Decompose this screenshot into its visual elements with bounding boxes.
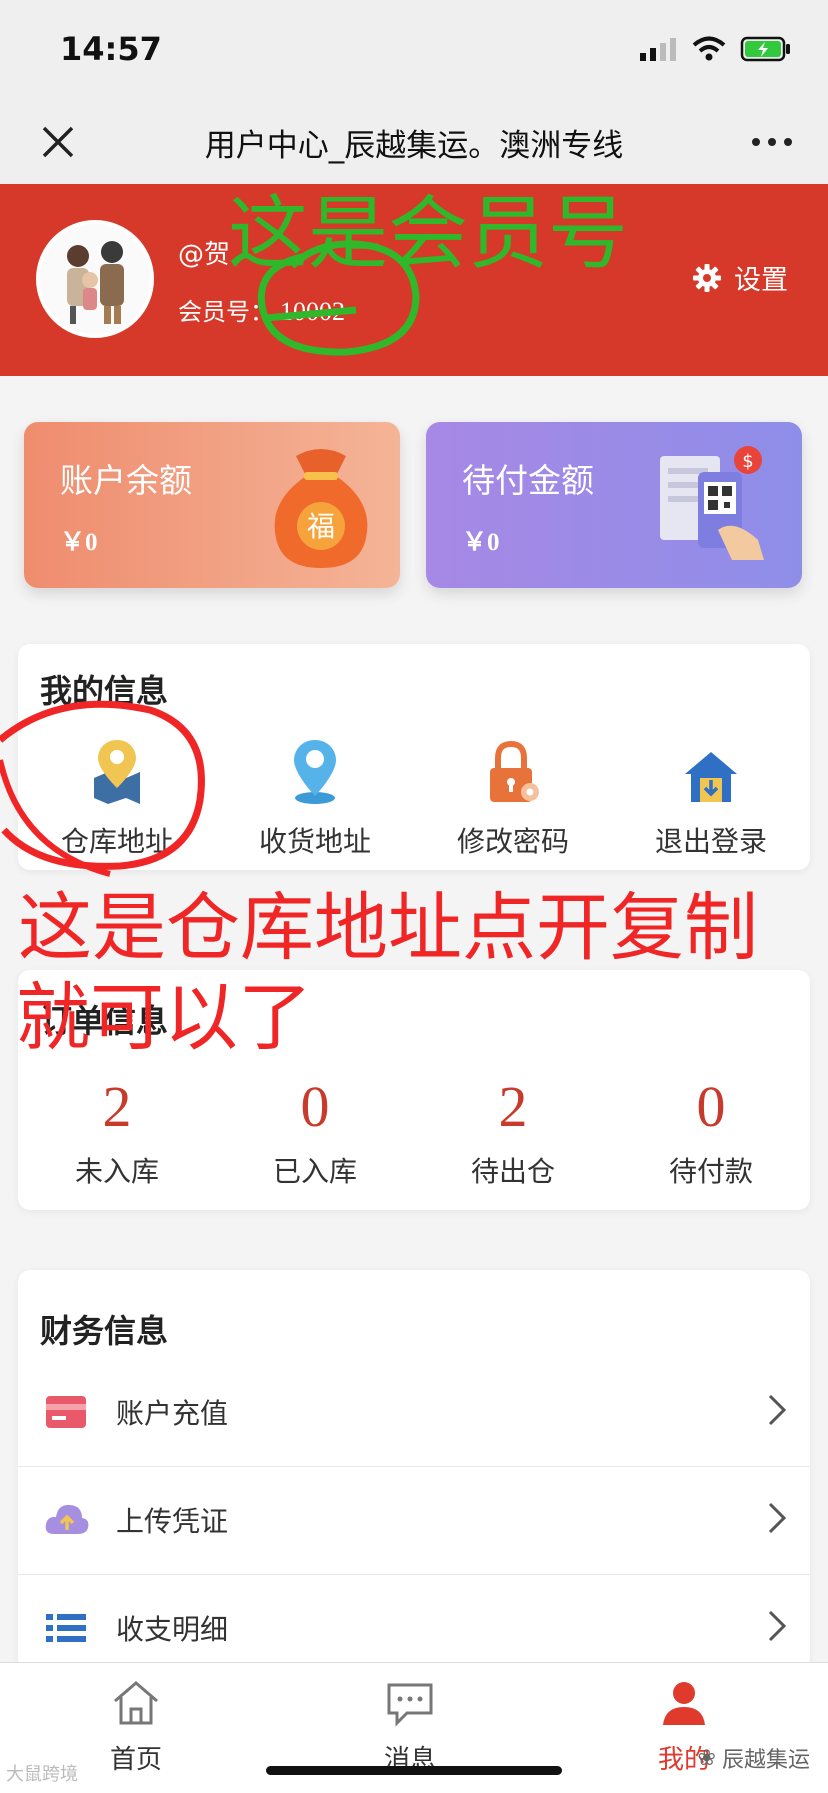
- status-bar: 14:57: [0, 0, 828, 100]
- account-balance-card[interactable]: 账户余额 ￥0 福: [24, 422, 400, 588]
- order-count: 2: [498, 1074, 528, 1139]
- lucky-bag-icon: 福: [274, 449, 368, 568]
- message-icon: [387, 1683, 433, 1727]
- account-balance-title: 账户余额: [60, 461, 192, 500]
- recharge-row[interactable]: 账户充值: [18, 1358, 810, 1467]
- profile-header: @贺 会员号： 10002 设置: [0, 184, 828, 376]
- status-time: 14:57: [60, 30, 162, 68]
- watermark-right: ❀ 辰越集运: [698, 1742, 810, 1774]
- order-label: 未入库: [74, 1155, 159, 1188]
- order-stats: 2 未入库 0 已入库 2 待出仓 0 待付款: [18, 1078, 810, 1190]
- order-stat-awaiting-dispatch[interactable]: 2 待出仓: [414, 1078, 612, 1190]
- pending-payment-amount: ￥0: [462, 529, 500, 556]
- home-icon: [114, 1681, 158, 1725]
- wechat-icon: ❀: [697, 1745, 716, 1771]
- location-icon: [294, 740, 336, 804]
- transactions-label: 收支明细: [116, 1613, 229, 1646]
- member-id-value: 10002: [280, 297, 345, 326]
- user-icon: [663, 1682, 705, 1725]
- watermark-left: 大鼠跨境: [6, 1764, 78, 1785]
- finance-panel: 财务信息 账户充值 上传凭证 收支明细: [18, 1270, 810, 1670]
- signal-icon: [640, 38, 676, 61]
- pending-payment-title: 待付金额: [462, 461, 594, 500]
- tab-messages[interactable]: 消息: [310, 1679, 510, 1776]
- change-password-button[interactable]: 修改密码: [414, 736, 612, 860]
- page-title: 用户中心_辰越集运。澳洲专线: [204, 128, 624, 164]
- settings-button[interactable]: 设置: [692, 258, 788, 297]
- username: @贺: [178, 240, 231, 270]
- list-icon: [46, 1614, 86, 1642]
- chevron-right-icon: [768, 1394, 787, 1426]
- order-stat-awaiting-payment[interactable]: 0 待付款: [612, 1078, 810, 1190]
- gear-icon: [693, 263, 721, 292]
- recharge-label: 账户充值: [116, 1397, 229, 1430]
- change-password-label: 修改密码: [456, 825, 569, 858]
- lock-icon: [490, 740, 539, 802]
- cloud-upload-icon: [45, 1504, 89, 1534]
- order-stat-stored[interactable]: 0 已入库: [216, 1078, 414, 1190]
- svg-text:$: $: [742, 451, 753, 472]
- home-indicator: [266, 1766, 562, 1775]
- my-info-title: 我的信息: [40, 672, 169, 710]
- watermark-right-label: 辰越集运: [721, 1748, 810, 1773]
- warehouse-address-button[interactable]: 仓库地址: [18, 736, 216, 860]
- order-info-panel: 订单信息 2 未入库 0 已入库 2 待出仓 0 待付款: [18, 970, 810, 1210]
- qr-payment-icon: $: [660, 446, 764, 560]
- logout-button[interactable]: 退出登录: [612, 736, 810, 860]
- order-label: 待出仓: [470, 1155, 555, 1188]
- wifi-icon: [692, 36, 726, 61]
- order-count: 2: [102, 1074, 132, 1139]
- warehouse-address-label: 仓库地址: [60, 825, 173, 858]
- order-info-title: 订单信息: [40, 1002, 169, 1040]
- settings-label: 设置: [734, 265, 788, 296]
- avatar[interactable]: [36, 220, 154, 338]
- chevron-right-icon: [768, 1502, 787, 1534]
- svg-text:福: 福: [307, 510, 335, 543]
- battery-icon: [740, 36, 790, 62]
- my-info-grid: 仓库地址 收货地址 修改密码 退出登录: [18, 736, 810, 860]
- chevron-right-icon: [768, 1610, 787, 1642]
- annotation-warehouse-line1: 这是仓库地址点开复制: [18, 885, 758, 971]
- order-count: 0: [696, 1074, 726, 1139]
- order-label: 待付款: [668, 1155, 753, 1188]
- nav-bar: 用户中心_辰越集运。澳洲专线: [0, 100, 828, 184]
- shipping-address-button[interactable]: 收货地址: [216, 736, 414, 860]
- logout-label: 退出登录: [654, 825, 767, 858]
- my-info-panel: 我的信息 仓库地址 收货地址 修改密码 退出登录: [18, 644, 810, 870]
- order-label: 已入库: [272, 1155, 357, 1188]
- more-icon[interactable]: [752, 138, 792, 146]
- account-balance-amount: ￥0: [60, 529, 98, 556]
- status-icons: [638, 36, 792, 62]
- shipping-address-label: 收货地址: [258, 825, 371, 858]
- order-stat-not-stored[interactable]: 2 未入库: [18, 1078, 216, 1190]
- upload-voucher-label: 上传凭证: [116, 1505, 229, 1538]
- upload-voucher-row[interactable]: 上传凭证: [18, 1466, 810, 1575]
- pending-payment-card[interactable]: 待付金额 ￥0 $: [426, 422, 802, 588]
- finance-title: 财务信息: [40, 1312, 169, 1350]
- logout-house-icon: [685, 752, 737, 802]
- member-id-label: 会员号：: [178, 298, 274, 326]
- card-icon: [46, 1396, 86, 1428]
- member-id: 会员号： 10002: [178, 292, 345, 327]
- map-pin-icon: [94, 740, 140, 804]
- close-icon[interactable]: [38, 122, 78, 162]
- avatar-image: [40, 224, 150, 334]
- order-count: 0: [300, 1074, 330, 1139]
